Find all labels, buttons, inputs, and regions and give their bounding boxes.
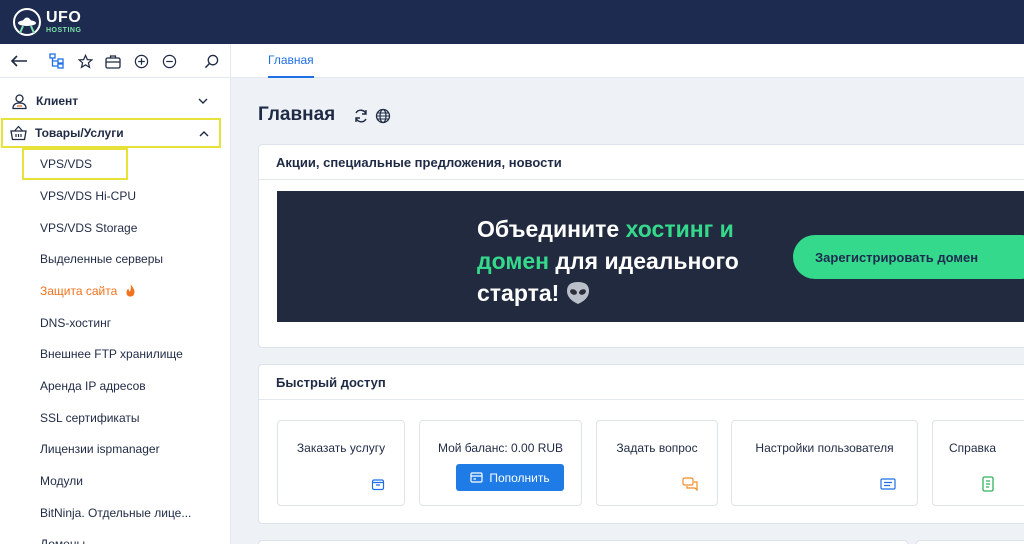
quick-tile-label: Задать вопрос	[616, 441, 698, 455]
logo-name: UFO	[46, 9, 82, 26]
help-doc-icon	[981, 476, 997, 492]
sidebar-group-label: Клиент	[36, 94, 79, 108]
globe-icon[interactable]	[375, 108, 391, 124]
quick-tile-ask[interactable]: Задать вопрос	[596, 420, 718, 506]
next-card	[258, 540, 908, 544]
wallet-icon	[470, 471, 483, 484]
fire-icon	[125, 284, 136, 297]
quick-tile-user-settings[interactable]: Настройки пользователя	[731, 420, 918, 506]
quick-tile-help[interactable]: Справка	[932, 420, 1024, 506]
sidebar-group-label: Товары/Услуги	[35, 126, 124, 140]
basket-icon	[9, 124, 27, 142]
briefcase-icon[interactable]	[104, 52, 122, 70]
logo[interactable]: UFO HOSTING	[12, 8, 81, 36]
box-icon	[371, 477, 387, 493]
sidebar-item-domains[interactable]: Домены	[40, 535, 85, 544]
main-content: Главная Акции, специальные предложения, …	[231, 78, 1024, 544]
quick-access-card: Быстрый доступ Заказать услугу Мой балан…	[258, 364, 1024, 524]
sidebar-item-label: Защита сайта	[40, 284, 118, 298]
register-domain-button[interactable]: Зарегистрировать домен	[793, 235, 1024, 279]
banner-line2-a: домен	[477, 248, 550, 274]
sidebar-item-vps-hicpu[interactable]: VPS/VDS Hi-CPU	[40, 187, 136, 205]
quick-tile-label: Настройки пользователя	[755, 441, 894, 455]
sidebar-item-ftp[interactable]: Внешнее FTP хранилище	[40, 345, 183, 363]
banner-line3: старта!	[477, 280, 560, 306]
star-icon[interactable]	[76, 52, 94, 70]
refresh-icon[interactable]	[353, 108, 369, 124]
ufo-logo-icon	[12, 8, 42, 36]
sidebar-item-vps[interactable]: VPS/VDS	[22, 148, 128, 180]
next-card-right	[916, 540, 1024, 544]
promo-banner[interactable]: Объедините хостинг и домен для идеальног…	[277, 191, 1024, 322]
sidebar-item-ip[interactable]: Аренда IP адресов	[40, 377, 146, 395]
banner-text: Объедините хостинг и домен для идеальног…	[477, 213, 739, 309]
quick-tile-label: Справка	[949, 441, 997, 455]
sidebar-group-products[interactable]: Товары/Услуги	[1, 118, 221, 148]
page-title: Главная	[258, 104, 336, 125]
sidebar: Клиент Товары/Услуги VPS/VDS VPS/VDS Hi-…	[0, 78, 231, 544]
tab-bar: Главная	[231, 44, 1024, 78]
quick-tile-label: Мой баланс: 0.00 RUB	[437, 441, 564, 455]
top-bar: UFO HOSTING	[0, 0, 1024, 44]
promo-card: Акции, специальные предложения, новости …	[258, 144, 1024, 348]
chevron-down-icon	[198, 95, 208, 105]
tab-home[interactable]: Главная	[268, 44, 314, 78]
promo-card-header: Акции, специальные предложения, новости	[259, 145, 1024, 180]
zoom-out-icon[interactable]	[160, 52, 178, 70]
sidebar-item-site-protection[interactable]: Защита сайта	[40, 282, 136, 300]
logo-sub: HOSTING	[46, 27, 82, 34]
top-up-button[interactable]: Пополнить	[456, 464, 564, 491]
quick-tile-label: Заказать услугу	[296, 441, 386, 455]
banner-line1-b: хостинг и	[625, 216, 734, 242]
search-icon[interactable]	[202, 52, 220, 70]
sidebar-item-vps-storage[interactable]: VPS/VDS Storage	[40, 219, 137, 237]
banner-line1-a: Объедините	[477, 216, 626, 242]
sidebar-item-ispmanager[interactable]: Лицензии ispmanager	[40, 440, 160, 458]
toolbar	[0, 44, 231, 78]
alien-icon	[565, 281, 591, 305]
sidebar-item-dedicated[interactable]: Выделенные серверы	[40, 250, 163, 268]
quick-tile-order[interactable]: Заказать услугу	[277, 420, 405, 506]
chevron-up-icon	[199, 128, 209, 138]
back-arrow-icon[interactable]	[10, 52, 28, 70]
sitemap-icon[interactable]	[48, 52, 66, 70]
chat-icon	[682, 477, 698, 493]
tab-home-label: Главная	[268, 53, 314, 67]
quick-tile-balance: Мой баланс: 0.00 RUB Пополнить	[419, 420, 582, 506]
top-up-label: Пополнить	[489, 470, 550, 485]
sidebar-item-modules[interactable]: Модули	[40, 472, 83, 490]
sidebar-item-ssl[interactable]: SSL сертификаты	[40, 409, 139, 427]
zoom-in-icon[interactable]	[132, 52, 150, 70]
sidebar-item-dns[interactable]: DNS-хостинг	[40, 314, 111, 332]
quick-access-header: Быстрый доступ	[259, 365, 1024, 400]
banner-line2-b: для идеального	[549, 248, 739, 274]
user-icon	[10, 92, 28, 110]
settings-card-icon	[880, 477, 896, 493]
sidebar-item-bitninja[interactable]: BitNinja. Отдельные лице...	[40, 504, 191, 522]
sidebar-group-client[interactable]: Клиент	[8, 89, 218, 113]
